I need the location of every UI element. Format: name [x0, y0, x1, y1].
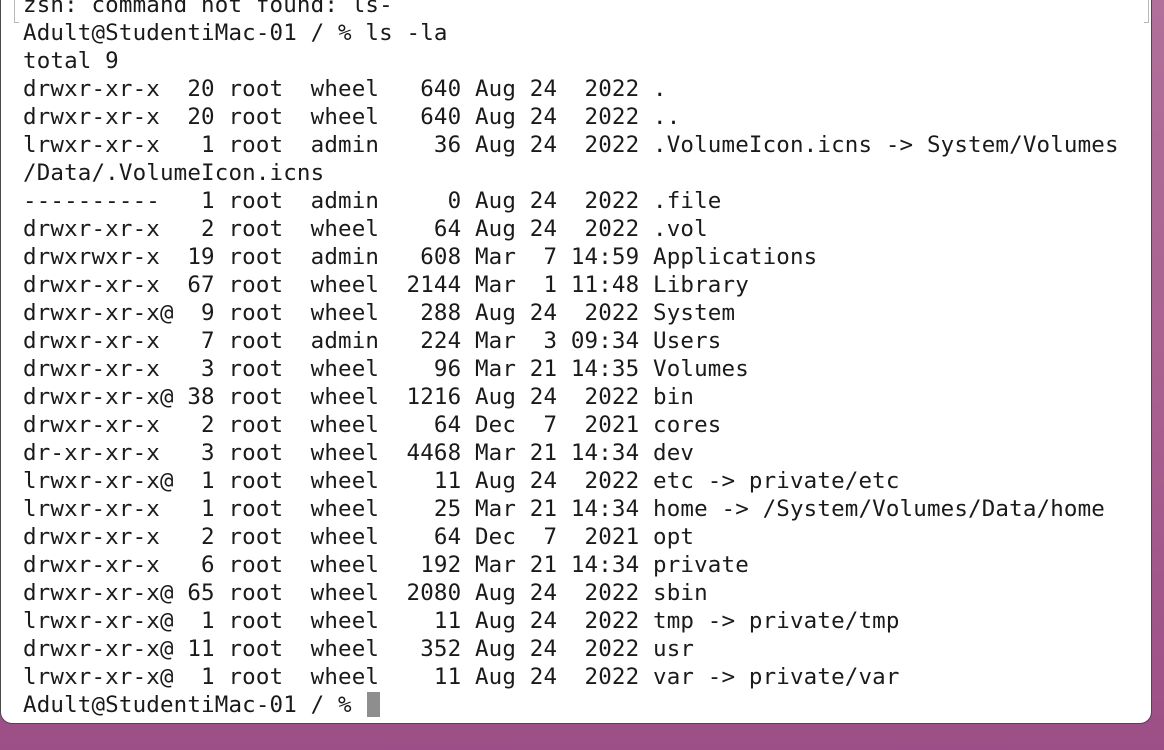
listing-row: ---------- 1 root admin 0 Aug 24 2022 .f…	[23, 188, 722, 214]
output-line: zsh: command not found: ls-	[23, 0, 393, 18]
listing-row: drwxr-xr-x 2 root wheel 64 Dec 7 2021 co…	[23, 412, 722, 438]
listing-row: drwxr-xr-x 20 root wheel 640 Aug 24 2022…	[23, 104, 681, 130]
terminal-output[interactable]: zsh: command not found: ls- Adult@Studen…	[23, 0, 1151, 723]
listing-row: lrwxr-xr-x@ 1 root wheel 11 Aug 24 2022 …	[23, 608, 900, 634]
terminal-window[interactable]: zsh: command not found: ls- Adult@Studen…	[0, 0, 1152, 724]
listing-row: drwxr-xr-x@ 38 root wheel 1216 Aug 24 20…	[23, 384, 695, 410]
listing-row: drwxr-xr-x 7 root admin 224 Mar 3 09:34 …	[23, 328, 722, 354]
listing-row: lrwxr-xr-x@ 1 root wheel 11 Aug 24 2022 …	[23, 468, 900, 494]
listing-row: drwxr-xr-x@ 11 root wheel 352 Aug 24 202…	[23, 636, 695, 662]
listing-row: drwxr-xr-x@ 9 root wheel 288 Aug 24 2022…	[23, 300, 736, 326]
listing-row: lrwxr-xr-x 1 root wheel 25 Mar 21 14:34 …	[23, 496, 1105, 522]
listing-row: drwxr-xr-x 20 root wheel 640 Aug 24 2022…	[23, 76, 667, 102]
command-line: Adult@StudentiMac-01 / % ls -la	[23, 20, 448, 46]
text-cursor	[367, 692, 381, 717]
listing-row: drwxr-xr-x 3 root wheel 96 Mar 21 14:35 …	[23, 356, 749, 382]
listing-row: dr-xr-xr-x 3 root wheel 4468 Mar 21 14:3…	[23, 440, 695, 466]
listing-row-continuation: /Data/.VolumeIcon.icns	[23, 160, 325, 186]
listing-row: drwxr-xr-x 6 root wheel 192 Mar 21 14:34…	[23, 552, 749, 578]
listing-row: lrwxr-xr-x 1 root admin 36 Aug 24 2022 .…	[23, 132, 1119, 158]
listing-row: drwxr-xr-x@ 65 root wheel 2080 Aug 24 20…	[23, 580, 708, 606]
command-mark-left-icon	[14, 0, 19, 23]
listing-row: drwxrwxr-x 19 root admin 608 Mar 7 14:59…	[23, 244, 818, 270]
listing-row: drwxr-xr-x 2 root wheel 64 Dec 7 2021 op…	[23, 524, 695, 550]
listing-row: lrwxr-xr-x@ 1 root wheel 11 Aug 24 2022 …	[23, 664, 900, 690]
prompt-line[interactable]: Adult@StudentiMac-01 / %	[23, 691, 1151, 719]
listing-row: drwxr-xr-x 67 root wheel 2144 Mar 1 11:4…	[23, 272, 749, 298]
output-line: total 9	[23, 48, 119, 74]
listing-row: drwxr-xr-x 2 root wheel 64 Aug 24 2022 .…	[23, 216, 708, 242]
prompt-text: Adult@StudentiMac-01 / %	[23, 692, 366, 718]
